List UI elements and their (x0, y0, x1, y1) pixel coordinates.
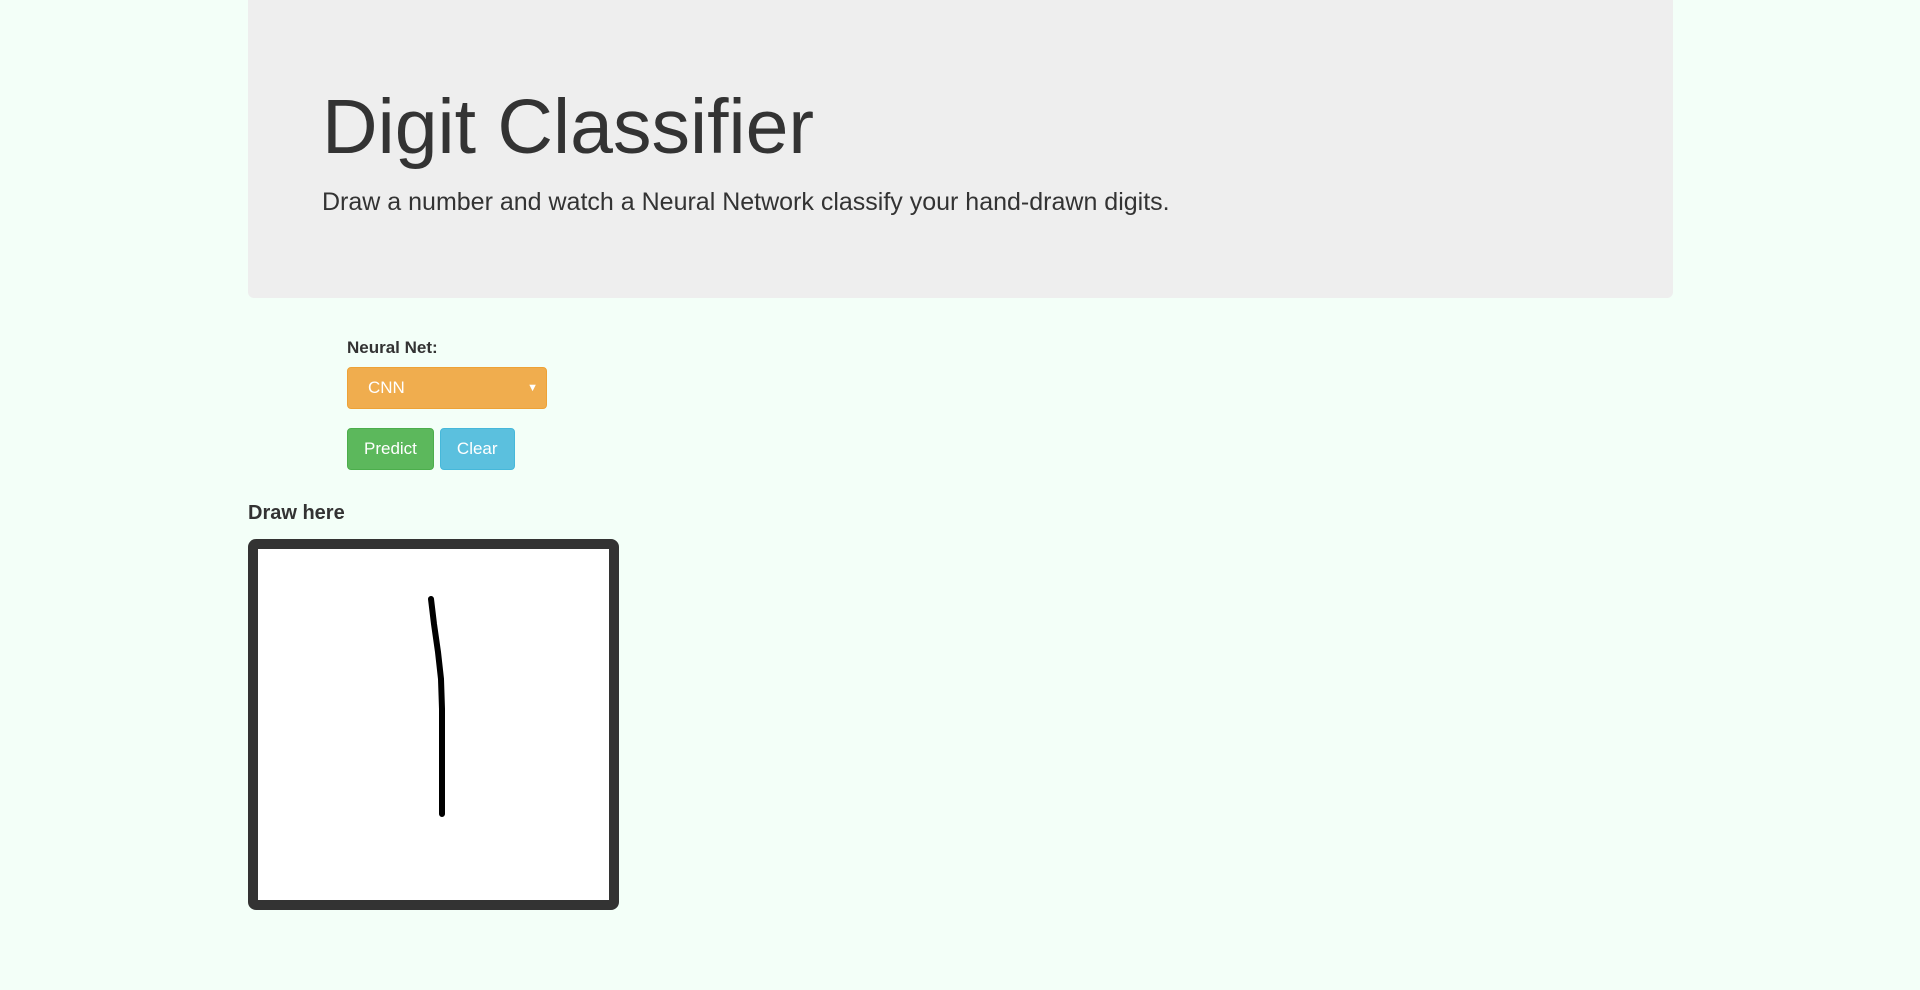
controls-panel: Neural Net: CNN ▼ Predict Clear (347, 337, 547, 470)
predict-button[interactable]: Predict (347, 428, 434, 470)
button-row: Predict Clear (347, 428, 547, 470)
drawing-canvas[interactable] (248, 539, 619, 910)
page-subtitle: Draw a number and watch a Neural Network… (322, 188, 1170, 216)
neural-net-select[interactable]: CNN ▼ (347, 367, 547, 409)
header-banner: Digit Classifier Draw a number and watch… (248, 0, 1673, 298)
drawing-surface (428, 596, 445, 817)
draw-here-label: Draw here (248, 502, 345, 524)
clear-button[interactable]: Clear (439, 428, 515, 470)
caret-down-icon: ▼ (527, 382, 538, 394)
neural-net-label: Neural Net: (347, 338, 438, 357)
page-title: Digit Classifier (322, 84, 815, 170)
drawn-stroke (428, 596, 445, 817)
neural-net-selected-value: CNN (368, 378, 405, 397)
